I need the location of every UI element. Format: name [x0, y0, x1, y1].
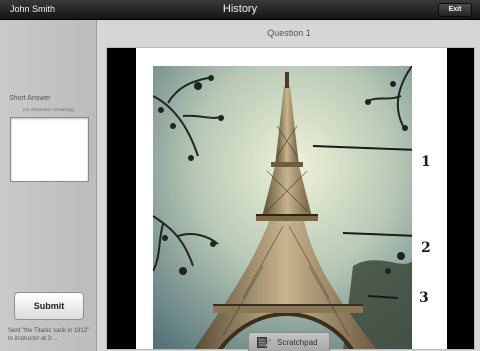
submit-button[interactable]: Submit	[14, 292, 84, 320]
letterbox-bar-right	[447, 48, 474, 349]
screen-title: History	[222, 3, 258, 15]
letterbox-bar-left	[107, 48, 136, 349]
pencil-notepad-icon	[257, 337, 271, 348]
top-bar: John Smith History Exit	[0, 0, 480, 20]
short-answer-input[interactable]	[10, 117, 89, 182]
scratchpad-label: Scratchpad	[277, 338, 318, 347]
image-marker-3: 3	[419, 290, 429, 306]
image-marker-2: 2	[421, 240, 431, 256]
eiffel-tower-image	[153, 66, 412, 349]
sent-status-message: Sent "the Titanic sank in 1912" to instr…	[8, 328, 90, 342]
question-area: Question 1 1 2 3 Scratchpad	[98, 20, 480, 351]
short-answer-label: Short Answer	[9, 95, 51, 102]
image-marker-1: 1	[421, 154, 431, 170]
question-canvas: 1 2 3	[106, 47, 475, 350]
question-label: Question 1	[267, 28, 311, 38]
characters-remaining-counter: (44 characters remaining)	[22, 107, 75, 112]
answer-panel: Short Answer (44 characters remaining) S…	[0, 20, 97, 351]
scratchpad-tab[interactable]: Scratchpad	[248, 332, 330, 351]
exit-button[interactable]: Exit	[438, 3, 472, 17]
